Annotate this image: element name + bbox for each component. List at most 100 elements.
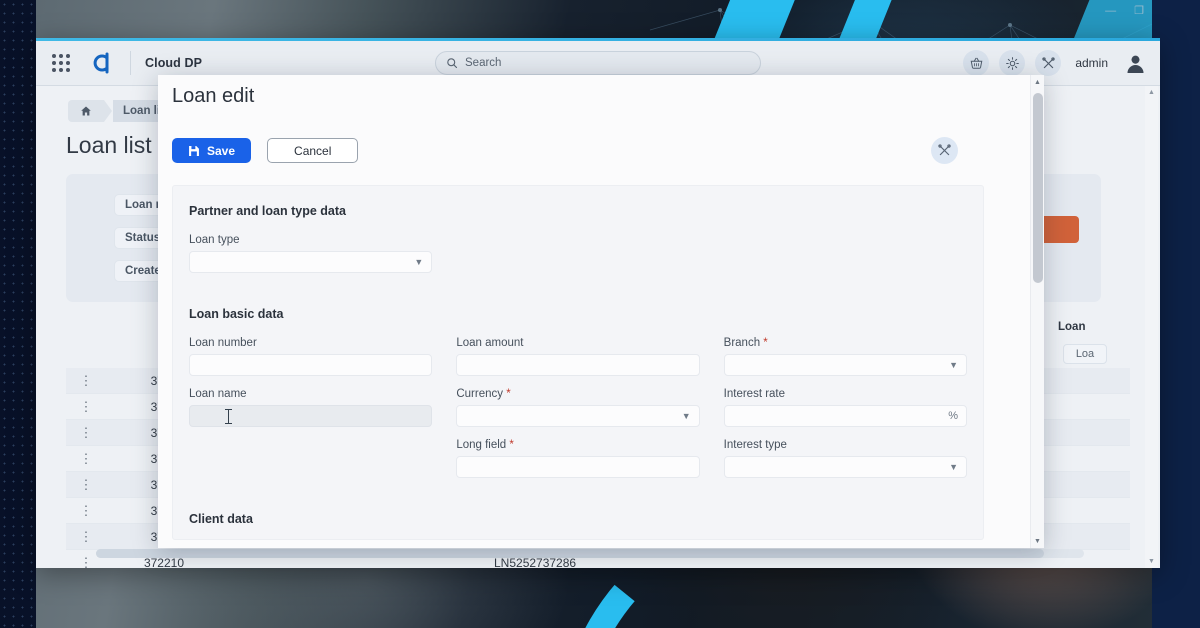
scroll-up-arrow-icon[interactable]: ▲ <box>1031 75 1044 89</box>
row-menu-icon[interactable]: ⋮ <box>66 399 106 415</box>
table-horizontal-scrollbar[interactable] <box>96 549 1084 558</box>
field-loan-type: Loan type ▼ <box>189 234 433 273</box>
save-button[interactable]: Save <box>172 138 252 163</box>
form-column: Loan number Loan name <box>189 337 433 490</box>
header-right-icons: admin <box>963 50 1146 76</box>
section-title-partner-loan-type: Partner and loan type data <box>189 204 346 218</box>
row-menu-icon[interactable]: ⋮ <box>66 451 106 467</box>
currency-select[interactable]: ▼ <box>456 405 700 427</box>
field-long-field: Long field * <box>456 439 700 478</box>
loan-name-input[interactable] <box>189 405 433 427</box>
column-label: Loan <box>1058 321 1086 333</box>
form-column: Loan amount Currency * ▼ Long field * <box>456 337 700 490</box>
loan-type-select[interactable]: ▼ <box>189 251 433 273</box>
required-asterisk: * <box>763 337 768 349</box>
form-column <box>456 234 699 285</box>
basket-icon[interactable] <box>963 50 990 76</box>
breadcrumb-home[interactable] <box>68 100 112 122</box>
chip-label: Status <box>125 232 161 244</box>
modal-scroll-thumb[interactable] <box>1033 93 1043 283</box>
column-header-loan[interactable]: Loan <box>1058 321 1085 333</box>
section-title-client-data: Client data <box>189 512 253 526</box>
tools-icon[interactable] <box>931 137 958 164</box>
form-column: Branch * ▼ Interest rate % Interest type… <box>723 337 967 490</box>
form-column: Loan type ▼ <box>189 234 433 285</box>
chevron-down-icon: ▼ <box>949 462 958 472</box>
header-divider <box>130 51 131 75</box>
form-column <box>724 234 967 285</box>
field-label: Long field * <box>456 439 699 451</box>
row-menu-icon[interactable]: ⋮ <box>66 503 106 519</box>
percent-suffix: % <box>948 410 958 422</box>
branch-select[interactable]: ▼ <box>723 354 967 376</box>
field-label-text: Long field <box>456 439 507 451</box>
modal-vertical-scrollbar[interactable]: ▲ ▼ <box>1030 75 1044 548</box>
scroll-up-arrow-icon[interactable]: ▲ <box>1148 89 1155 96</box>
field-label-text: Branch <box>723 337 761 349</box>
cancel-button[interactable]: Cancel <box>267 138 359 163</box>
tools-icon[interactable] <box>1035 50 1062 76</box>
search-input[interactable]: Search <box>435 51 761 75</box>
window-controls: — ❐ <box>1105 0 1144 22</box>
app-name: Cloud DP <box>145 56 203 70</box>
search-placeholder: Search <box>465 57 502 69</box>
field-interest-type: Interest type ▼ <box>723 439 967 478</box>
home-icon <box>81 106 91 116</box>
cancel-button-label: Cancel <box>294 143 332 158</box>
row-menu-icon[interactable]: ⋮ <box>66 373 106 389</box>
grid-apps-icon[interactable] <box>50 52 72 74</box>
field-branch: Branch * ▼ <box>723 337 967 376</box>
field-loan-name: Loan name <box>189 388 433 427</box>
field-label: Loan name <box>189 388 247 400</box>
chevron-down-icon: ▼ <box>414 257 424 267</box>
long-field-input[interactable] <box>456 456 700 478</box>
field-interest-rate: Interest rate % <box>723 388 967 427</box>
loan-number-input[interactable] <box>189 354 433 376</box>
field-currency: Currency * ▼ <box>456 388 700 427</box>
field-label: Branch * <box>724 337 967 349</box>
field-label: Loan number <box>189 337 257 349</box>
save-floppy-icon <box>189 145 199 156</box>
chevron-down-icon: ▼ <box>949 360 958 370</box>
gear-icon[interactable] <box>999 50 1026 76</box>
field-label-text: Currency <box>456 388 503 400</box>
field-label: Loan type <box>189 234 240 246</box>
required-asterisk: * <box>506 388 511 400</box>
loan-edit-form: Partner and loan type data Loan type ▼ L… <box>172 185 984 540</box>
interest-rate-input[interactable]: % <box>723 405 967 427</box>
maximize-button[interactable]: ❐ <box>1134 5 1144 17</box>
section-title-loan-basic: Loan basic data <box>189 307 284 321</box>
scroll-down-arrow-icon[interactable]: ▼ <box>1031 534 1044 548</box>
loan-edit-modal: Loan edit Save Cancel Partner and loan t… <box>158 75 1044 548</box>
field-label: Interest type <box>723 439 787 451</box>
modal-scroll-track[interactable] <box>1033 89 1043 534</box>
section-partner-loan-type-fields: Loan type ▼ <box>189 234 967 285</box>
field-label: Currency * <box>456 388 699 400</box>
text-cursor-icon <box>225 409 232 424</box>
required-asterisk: * <box>509 439 514 451</box>
field-loan-amount: Loan amount <box>456 337 700 376</box>
save-button-label: Save <box>207 143 236 158</box>
user-avatar-icon[interactable] <box>1124 52 1146 74</box>
username-label: admin <box>1075 56 1108 70</box>
loan-amount-input[interactable] <box>456 354 700 376</box>
page-title: Loan list <box>66 132 152 158</box>
page-vertical-scrollbar[interactable]: ▲ ▼ <box>1145 86 1158 568</box>
search-icon <box>447 58 458 69</box>
row-menu-icon[interactable]: ⋮ <box>66 477 106 493</box>
row-menu-icon[interactable]: ⋮ <box>66 425 106 441</box>
left-dot-panel <box>0 0 36 628</box>
filter-input-text: Loa <box>1075 348 1095 360</box>
cloud-dp-logo[interactable] <box>88 49 116 77</box>
row-menu-icon[interactable]: ⋮ <box>66 529 106 545</box>
field-loan-number: Loan number <box>189 337 433 376</box>
section-loan-basic-fields: Loan number Loan name Loan amount Curren… <box>189 337 967 490</box>
field-label: Interest rate <box>723 388 786 400</box>
filter-input-loan[interactable]: Loa <box>1063 344 1107 364</box>
modal-action-bar: Save Cancel <box>172 138 359 163</box>
modal-title: Loan edit <box>172 85 255 107</box>
interest-type-select[interactable]: ▼ <box>723 456 967 478</box>
scroll-down-arrow-icon[interactable]: ▼ <box>1148 558 1155 565</box>
chevron-down-icon: ▼ <box>681 411 691 421</box>
minimize-button[interactable]: — <box>1105 5 1116 17</box>
